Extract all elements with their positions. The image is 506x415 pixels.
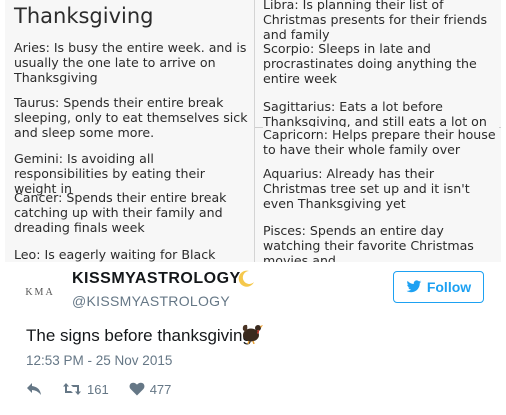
aquarius-entry: Aquarius: Already has their Christmas tr… (263, 166, 470, 211)
tweet-actions: 161 477 (26, 380, 191, 398)
taurus-entry: Taurus: Spends their entire break sleepi… (14, 95, 248, 140)
sagittarius-entry: Sagittarius: Eats a lot before Thanksgiv… (263, 99, 487, 129)
retweet-icon (63, 383, 81, 395)
retweet-count: 161 (87, 381, 109, 397)
like-count: 477 (149, 381, 172, 397)
timestamp[interactable]: 12:53 PM - 25 Nov 2015 (26, 353, 172, 368)
crescent-moon-icon (238, 270, 254, 287)
libra-entry: Libra: Is planning their list of Christm… (263, 0, 488, 42)
like-button[interactable]: 477 (129, 381, 172, 397)
tweet-card: KMA KISSMYASTROLOGY @KISSMYASTROLOGY Fol… (0, 262, 506, 415)
aries-entry: Aries: Is busy the entire week. and is u… (14, 40, 247, 85)
tweet-text: The signs before thanksgiving (26, 326, 252, 345)
image-left-column: Thanksgiving Aries: Is busy the entire w… (5, 0, 254, 262)
scorpio-entry: Scorpio: Sleeps in late and procrastinat… (263, 41, 477, 86)
avatar[interactable]: KMA (18, 270, 62, 314)
display-name[interactable]: KISSMYASTROLOGY (72, 270, 241, 288)
turkey-icon (242, 324, 263, 344)
capricorn-entry: Capricorn: Helps prepare their house to … (263, 127, 499, 157)
retweet-button[interactable]: 161 (62, 382, 109, 397)
image-right-column: Libra: Is planning their list of Christm… (255, 0, 501, 262)
heart-icon (129, 382, 145, 396)
cancer-entry: Cancer: Spends their entire break catchi… (14, 190, 227, 235)
follow-button[interactable]: Follow (393, 271, 484, 303)
reply-button[interactable] (26, 382, 42, 396)
reply-icon (27, 383, 41, 395)
twitter-bird-icon (406, 280, 422, 293)
tweet-image[interactable]: Thanksgiving Aries: Is busy the entire w… (0, 0, 506, 262)
pisces-entry: Pisces: Spends an entire day watching th… (263, 223, 474, 262)
image-title: Thanksgiving (14, 4, 154, 28)
follow-label: Follow (426, 279, 472, 295)
user-handle[interactable]: @KISSMYASTROLOGY (72, 293, 230, 309)
leo-entry: Leo: Is eagerly waiting for Black Friday (14, 247, 216, 262)
